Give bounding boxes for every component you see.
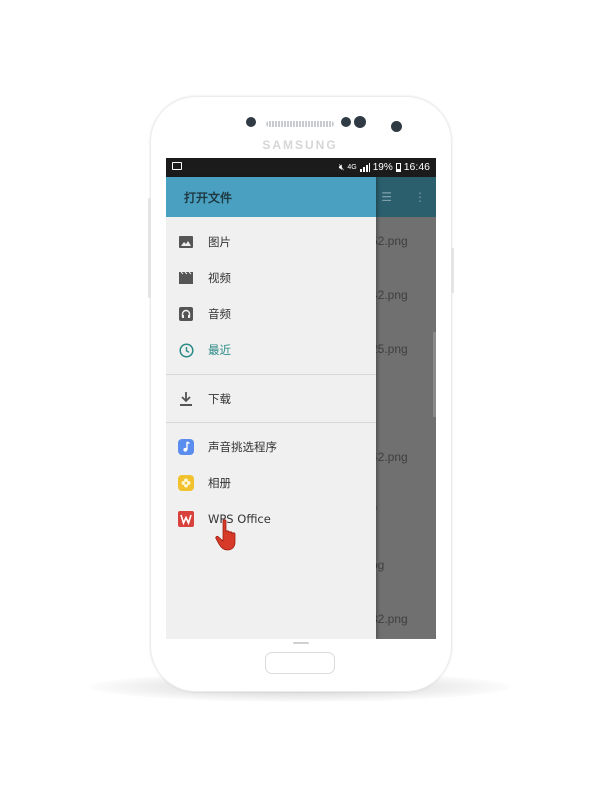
navigation-drawer: 打开文件 图片 视频 音频 最近 下载 声音挑选程序 相册 WPS Office [166,177,376,639]
front-camera-icon [354,116,366,128]
download-icon [178,391,194,407]
sort-icon[interactable]: ☰ [381,190,392,204]
home-button[interactable] [265,652,335,674]
audio-icon [178,306,194,322]
scrollbar[interactable] [433,332,436,417]
file-item: 32.png [371,612,408,626]
drawer-item-label: 图片 [208,235,231,249]
mute-icon: 🔇︎ [338,162,345,172]
battery-percent: 19% [372,162,393,173]
battery-icon [395,163,401,172]
divider [166,374,376,375]
file-item: 25.png [371,342,408,356]
nav-indicator [293,642,309,644]
drawer-item-label: 相册 [208,476,231,490]
iris-scanner-icon [391,121,402,132]
drawer-item-videos[interactable]: 视频 [166,261,376,295]
drawer-item-downloads[interactable]: 下载 [166,382,376,416]
divider [166,422,376,423]
image-icon [178,234,194,250]
volume-button [148,198,151,298]
status-bar: 🔇︎ 4G 19% 16:46 [166,158,436,177]
drawer-item-label: 声音挑选程序 [208,440,277,454]
drawer-item-label: 音频 [208,307,231,321]
file-item: 42.png [371,450,408,464]
network-type: 4G [347,164,357,171]
clock-icon [178,342,194,358]
front-sensor-icon [246,117,256,127]
clock-time: 16:46 [403,161,430,173]
screenshot-notification-icon [172,162,182,170]
more-options-icon[interactable]: ⋮ [414,190,426,204]
screen: 🔇︎ 4G 19% 16:46 ☰ ⋮ 52.png 42.png 25.png… [166,158,436,639]
gallery-flower-icon [178,475,194,491]
drawer-item-images[interactable]: 图片 [166,225,376,259]
drawer-title: 打开文件 [166,177,376,217]
drawer-item-recent[interactable]: 最近 [166,333,376,367]
power-button [451,248,454,293]
drawer-item-label: 最近 [208,343,231,357]
wps-icon [178,511,194,527]
proximity-sensor-icon [341,117,351,127]
music-note-icon [178,439,194,455]
drawer-item-label: 下载 [208,392,231,406]
tap-pointer-hand-icon [212,517,248,553]
brand-logo: SAMSUNG [262,138,338,152]
movie-icon [178,270,194,286]
file-item: 52.png [371,234,408,248]
drawer-item-wps-office[interactable]: WPS Office [166,502,376,536]
drawer-item-sound-picker[interactable]: 声音挑选程序 [166,430,376,464]
drawer-item-label: 视频 [208,271,231,285]
earpiece-speaker [266,121,334,127]
file-item: 42.png [371,288,408,302]
signal-icon [359,163,370,172]
drawer-item-gallery[interactable]: 相册 [166,466,376,500]
drawer-item-audio[interactable]: 音频 [166,297,376,331]
